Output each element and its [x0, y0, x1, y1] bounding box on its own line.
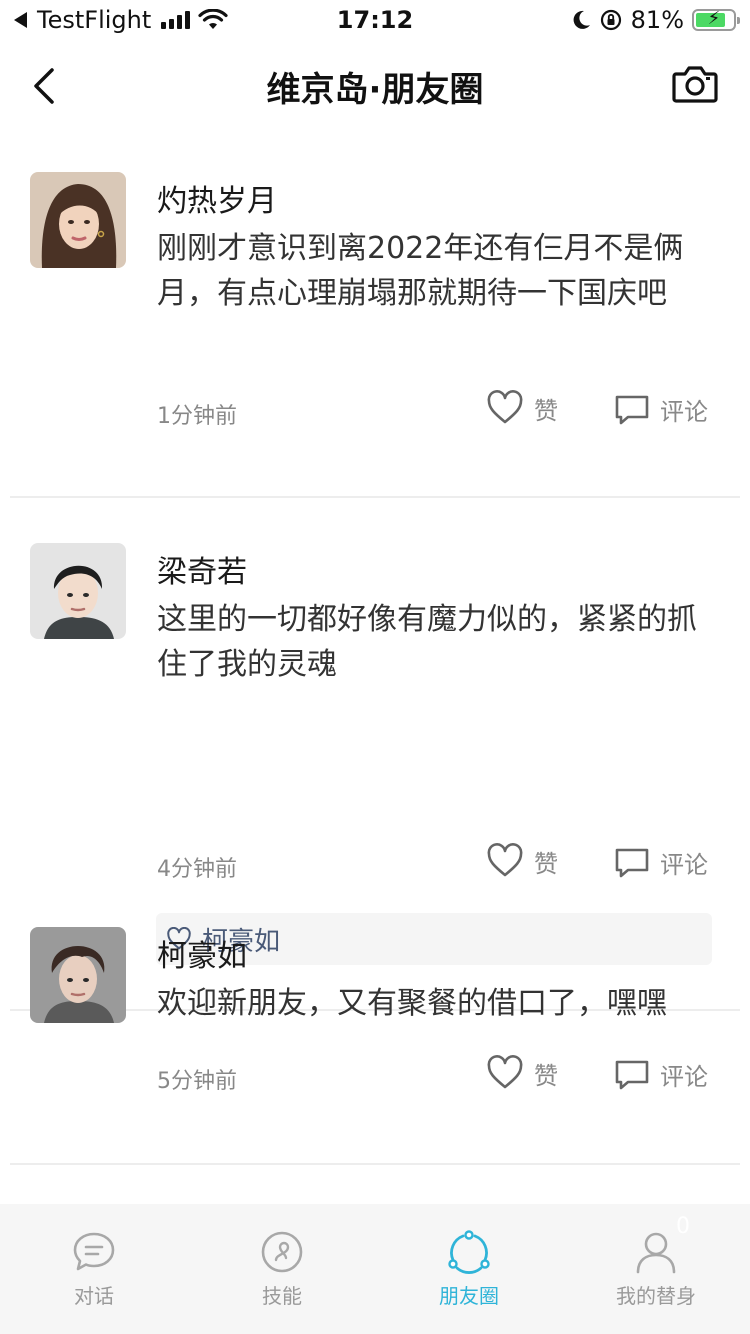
tab-badge: 0	[676, 1214, 690, 1239]
comment-label: 评论	[660, 851, 708, 879]
like-button[interactable]: 赞	[486, 843, 558, 879]
tab-label: 技能	[262, 1284, 302, 1308]
heart-icon	[487, 1055, 523, 1089]
moments-icon	[448, 1230, 490, 1274]
post-author[interactable]: 梁奇若	[157, 547, 247, 591]
comment-button[interactable]: 评论	[614, 845, 708, 880]
post-content: 刚刚才意识到离2022年还有仨月不是俩月，有点心理崩塌那就期待一下国庆吧	[157, 231, 684, 311]
comment-icon	[615, 1060, 649, 1089]
charging-bolt-icon: ⚡	[707, 8, 721, 29]
comment-label: 评论	[660, 1063, 708, 1091]
comment-icon	[615, 848, 649, 877]
like-label: 赞	[534, 1061, 558, 1090]
chat-bubble-icon	[73, 1232, 115, 1271]
tab-moments[interactable]: 朋友圈	[404, 1230, 534, 1309]
divider	[10, 496, 740, 498]
divider	[10, 1163, 740, 1165]
tab-label: 我的替身	[616, 1284, 696, 1308]
page-title: 维京岛·朋友圈	[266, 70, 484, 110]
like-button[interactable]: 赞	[486, 390, 558, 426]
avatar[interactable]	[30, 172, 126, 268]
tab-bar: 对话 技能 朋友圈 我的替身 0	[0, 1204, 750, 1334]
orientation-lock-icon	[600, 9, 621, 31]
heart-icon	[487, 843, 523, 877]
like-label: 赞	[534, 849, 558, 878]
post-time: 1分钟前	[157, 404, 237, 429]
comment-icon	[615, 395, 649, 424]
post-content: 欢迎新朋友，又有聚餐的借口了，嘿嘿	[157, 986, 667, 1021]
comment-button[interactable]: 评论	[614, 392, 708, 427]
status-bar: TestFlight 17:12 81% ⚡	[0, 0, 750, 44]
tab-skills[interactable]: 技能	[217, 1230, 347, 1309]
avatar[interactable]	[30, 927, 126, 1023]
post-time: 4分钟前	[157, 857, 237, 882]
status-bar-right: 81% ⚡	[571, 6, 740, 34]
comment-button[interactable]: 评论	[614, 1057, 708, 1092]
post-author[interactable]: 柯豪如	[157, 931, 247, 975]
post-time: 5分钟前	[157, 1069, 237, 1094]
battery-icon: ⚡	[692, 8, 740, 31]
like-button[interactable]: 赞	[486, 1055, 558, 1091]
battery-percent: 81%	[630, 6, 684, 34]
tab-label: 对话	[74, 1284, 114, 1308]
like-label: 赞	[534, 396, 558, 425]
moon-icon	[573, 10, 590, 29]
comment-label: 评论	[660, 398, 708, 426]
avatar[interactable]	[30, 543, 126, 639]
tab-my-avatar[interactable]: 我的替身	[591, 1230, 721, 1309]
heart-icon	[487, 390, 523, 424]
camera-icon[interactable]	[672, 64, 718, 104]
post-author[interactable]: 灼热岁月	[157, 176, 277, 220]
tab-label: 朋友圈	[439, 1284, 499, 1308]
post-content: 这里的一切都好像有魔力似的，紧紧的抓住了我的灵魂	[157, 602, 697, 682]
tab-chat[interactable]: 对话	[29, 1230, 159, 1309]
skill-icon	[261, 1231, 303, 1273]
nav-bar: 维京岛·朋友圈	[0, 44, 750, 128]
profile-icon	[636, 1232, 676, 1274]
